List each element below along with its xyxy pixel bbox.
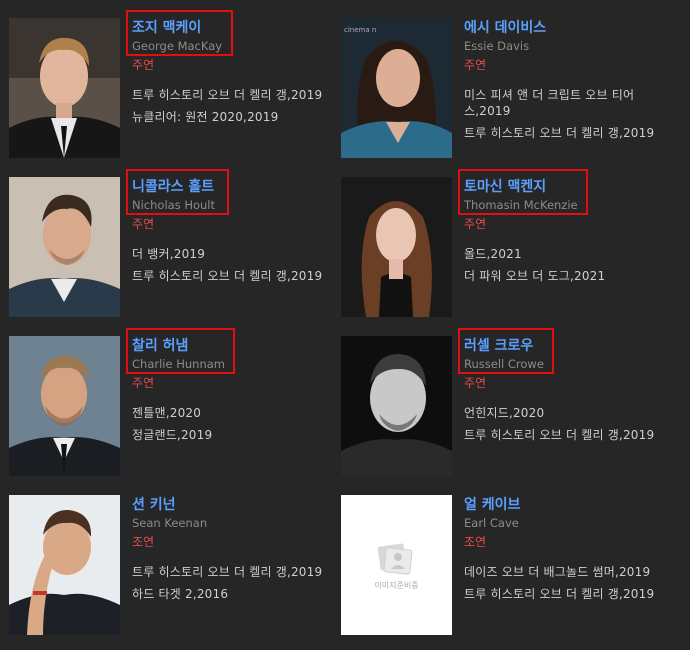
actor-photo[interactable] bbox=[341, 177, 452, 317]
actor-english-name: Thomasin McKenzie bbox=[464, 198, 578, 212]
actor-photo[interactable] bbox=[9, 336, 120, 476]
role-badge: 조연 bbox=[464, 535, 487, 549]
actor-english-name: Sean Keenan bbox=[132, 516, 208, 530]
filmography-item[interactable]: 트루 히스토리 오브 더 켈리 갱,2019 bbox=[464, 427, 684, 443]
role-badge: 주연 bbox=[464, 58, 487, 72]
filmography-item[interactable]: 스,2019 bbox=[464, 103, 684, 119]
actor-name[interactable]: 조지 맥케이 bbox=[132, 19, 352, 37]
no-image-placeholder[interactable]: 이미지준비중 bbox=[341, 495, 452, 635]
role-badge: 주연 bbox=[464, 376, 487, 390]
actor-photo[interactable] bbox=[341, 336, 452, 476]
actor-name[interactable]: 얼 케이브 bbox=[464, 496, 684, 514]
svg-text:cinema n: cinema n bbox=[344, 26, 376, 34]
cast-card: 션 키넌 Sean Keenan 조연 트루 히스토리 오브 더 켈리 갱,20… bbox=[9, 495, 349, 635]
role-badge: 주연 bbox=[464, 217, 487, 231]
cast-card: 조지 맥케이 George MacKay 주연 트루 히스토리 오브 더 켈리 … bbox=[9, 10, 352, 158]
cast-card: 러셀 크로우 Russell Crowe 주연 언힌지드,2020 트루 히스토… bbox=[341, 328, 684, 476]
filmography-item[interactable]: 미스 피셔 앤 더 크립트 오브 티어 bbox=[464, 87, 684, 103]
actor-photo[interactable] bbox=[9, 177, 120, 317]
cast-card: 찰리 허냄 Charlie Hunnam 주연 젠틀맨,2020 정글랜드,20… bbox=[9, 328, 352, 476]
actor-english-name: Charlie Hunnam bbox=[132, 357, 225, 371]
actor-name[interactable]: 러셀 크로우 bbox=[464, 337, 684, 355]
filmography-item[interactable]: 트루 히스토리 오브 더 켈리 갱,2019 bbox=[464, 125, 684, 141]
actor-photo[interactable] bbox=[9, 495, 120, 635]
actor-name[interactable]: 션 키넌 bbox=[132, 496, 352, 514]
no-image-label: 이미지준비중 bbox=[374, 581, 419, 590]
filmography-item[interactable]: 정글랜드,2019 bbox=[132, 427, 352, 443]
cast-card: 니콜라스 홀트 Nicholas Hoult 주연 더 뱅커,2019 트루 히… bbox=[9, 169, 352, 317]
cast-card: 이미지준비중 얼 케이브 Earl Cave 조연 데이즈 오브 더 배그놀드 … bbox=[341, 495, 681, 635]
actor-name[interactable]: 에시 데이비스 bbox=[464, 19, 684, 37]
role-badge: 주연 bbox=[132, 58, 155, 72]
cast-card: 토마신 맥켄지 Thomasin McKenzie 주연 올드,2021 더 파… bbox=[341, 169, 684, 317]
actor-name[interactable]: 니콜라스 홀트 bbox=[132, 178, 352, 196]
filmography-item[interactable]: 올드,2021 bbox=[464, 246, 684, 262]
role-badge: 주연 bbox=[132, 376, 155, 390]
role-badge: 조연 bbox=[132, 535, 155, 549]
filmography-item[interactable]: 더 뱅커,2019 bbox=[132, 246, 352, 262]
filmography-item[interactable]: 뉴클리어: 원전 2020,2019 bbox=[132, 109, 352, 125]
actor-english-name: Earl Cave bbox=[464, 516, 519, 530]
image-placeholder-icon bbox=[341, 495, 452, 635]
actor-english-name: Essie Davis bbox=[464, 39, 530, 53]
filmography-item[interactable]: 언힌지드,2020 bbox=[464, 405, 684, 421]
filmography-item[interactable]: 데이즈 오브 더 배그놀드 썸머,2019 bbox=[464, 564, 684, 580]
actor-english-name: Russell Crowe bbox=[464, 357, 544, 371]
actor-name[interactable]: 찰리 허냄 bbox=[132, 337, 352, 355]
cast-card: cinema n 에시 데이비스 Essie Davis 주연 미스 피셔 앤 … bbox=[341, 18, 681, 158]
actor-photo[interactable] bbox=[9, 18, 120, 158]
filmography-item[interactable]: 더 파워 오브 더 도그,2021 bbox=[464, 268, 684, 284]
filmography-item[interactable]: 트루 히스토리 오브 더 켈리 갱,2019 bbox=[132, 87, 352, 103]
actor-english-name: George MacKay bbox=[132, 39, 223, 53]
actor-photo[interactable]: cinema n bbox=[341, 18, 452, 158]
filmography-item[interactable]: 트루 히스토리 오브 더 켈리 갱,2019 bbox=[464, 586, 684, 602]
filmography-item[interactable]: 하드 타겟 2,2016 bbox=[132, 586, 352, 602]
filmography-item[interactable]: 트루 히스토리 오브 더 켈리 갱,2019 bbox=[132, 564, 352, 580]
actor-english-name: Nicholas Hoult bbox=[132, 198, 216, 212]
role-badge: 주연 bbox=[132, 217, 155, 231]
filmography-item[interactable]: 트루 히스토리 오브 더 켈리 갱,2019 bbox=[132, 268, 352, 284]
filmography-item[interactable]: 젠틀맨,2020 bbox=[132, 405, 352, 421]
actor-name[interactable]: 토마신 맥켄지 bbox=[464, 178, 684, 196]
